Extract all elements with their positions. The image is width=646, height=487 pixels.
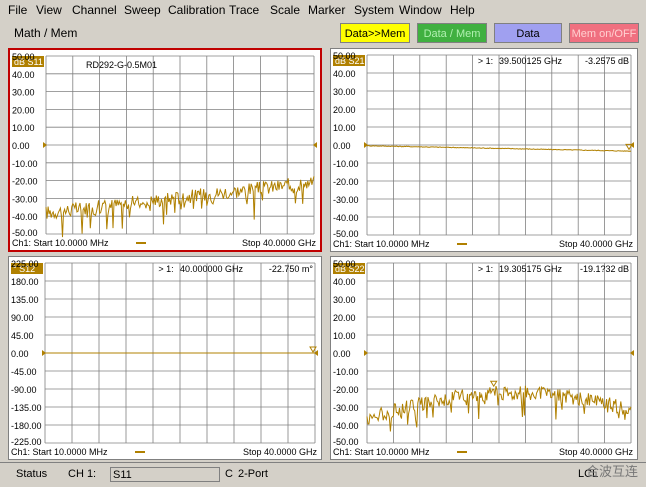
trace-annotation: RD292-G-0.5M01 [86, 60, 157, 70]
data-div-mem-button[interactable]: Data / Mem [417, 23, 487, 43]
status-port: 2-Port [238, 468, 268, 480]
panel-s22[interactable]: dB S22 50.00 40.00 30.00 20.00 10.00 0.00 -10.0… [330, 256, 638, 460]
panel-s21[interactable]: dB S21 50.00 40.00 30.00 20.00 10.00 0.00 -10.0… [330, 48, 638, 252]
y-tick-label: 40.00 [333, 69, 356, 79]
menu-file[interactable]: File [8, 3, 27, 17]
y-tick-label: 20.00 [12, 105, 35, 115]
menu-scale[interactable]: Scale [270, 3, 300, 17]
menu-system[interactable]: System [354, 3, 394, 17]
y-tick-label: 30.00 [333, 295, 356, 305]
panel-s12[interactable]: ° S12 225.00 180.00 135.00 90.00 45.00 0.00 -45… [8, 256, 322, 460]
y-tick-label: -10.00 [333, 159, 359, 169]
reference-arrow-icon [43, 142, 47, 148]
plot-svg: dB S1150.0040.0030.0020.0010.000.00-10.0… [12, 52, 317, 248]
y-tick-label: -40.00 [333, 421, 359, 431]
y-tick-label: -30.00 [12, 194, 38, 204]
mem-on-off-button[interactable]: Mem on/OFF [569, 23, 639, 43]
menu-trace[interactable]: Trace [229, 3, 259, 17]
y-tick-label: 50.00 [333, 51, 356, 61]
marker-value: -19.1?32 dB [580, 264, 629, 274]
y-tick-label: 10.00 [333, 331, 356, 341]
plot-svg: ° S12225.00180.00135.0090.0045.000.00-45… [11, 259, 318, 457]
marker-label: > 1: [478, 264, 493, 274]
y-tick-label: 0.00 [333, 349, 351, 359]
y-tick-label: 20.00 [333, 313, 356, 323]
status-c: C [225, 468, 233, 480]
y-tick-label: -40.00 [333, 213, 359, 223]
math-mem-toolbar: Math / Mem Data>>Mem Data / Mem Data Mem… [0, 20, 646, 46]
y-tick-label: 30.00 [12, 88, 35, 98]
data-to-mem-button[interactable]: Data>>Mem [340, 23, 410, 43]
status-param-field[interactable]: S11 [110, 467, 220, 482]
panel-s11[interactable]: dB S11 50.00 40.00 30.00 20.00 10.00 0.00 -10.0… [8, 48, 322, 252]
y-tick-label: 10.00 [12, 123, 35, 133]
sweep-start-label: Ch1: Start 10.0000 MHz [333, 447, 430, 457]
marker-frequency: 40.000000 GHz [180, 264, 244, 274]
y-tick-label: 30.00 [333, 87, 356, 97]
menu-channel[interactable]: Channel [72, 3, 117, 17]
y-tick-label: -20.00 [333, 385, 359, 395]
y-tick-label: -10.00 [12, 159, 38, 169]
marker-label: > 1: [158, 264, 173, 274]
y-tick-label: 40.00 [333, 277, 356, 287]
menu-window[interactable]: Window [399, 3, 442, 17]
marker-value: -22.750 m° [269, 264, 314, 274]
y-tick-label: -50.00 [333, 437, 359, 447]
y-tick-label: 45.00 [11, 331, 34, 341]
y-tick-label: 40.00 [12, 70, 35, 80]
y-tick-label: -20.00 [12, 177, 38, 187]
menu-sweep[interactable]: Sweep [124, 3, 161, 17]
y-tick-label: -30.00 [333, 195, 359, 205]
y-tick-label: 0.00 [11, 349, 29, 359]
marker-value: -3.2575 dB [585, 56, 629, 66]
y-tick-label: -50.00 [333, 229, 359, 239]
plot-svg: dB S2250.0040.0030.0020.0010.000.00-10.0… [333, 259, 634, 457]
status-channel: CH 1: [68, 468, 97, 480]
y-tick-label: -50.00 [12, 228, 38, 238]
y-tick-label: -10.00 [333, 367, 359, 377]
menu-marker[interactable]: Marker [308, 3, 345, 17]
watermark-text: 合波互连 [585, 464, 638, 479]
y-tick-label: 90.00 [11, 313, 34, 323]
y-tick-label: 225.00 [11, 259, 39, 269]
sweep-stop-label: Stop 40.0000 GHz [559, 239, 634, 249]
marker-frequency: 19.305175 GHz [499, 264, 563, 274]
status-label: Status [16, 468, 48, 480]
y-tick-label: -180.00 [11, 421, 42, 431]
menu-bar: File View Channel Sweep Calibration Trac… [0, 0, 646, 20]
trace-window-area: dB S11 50.00 40.00 30.00 20.00 10.00 0.00 -10.0… [0, 46, 646, 462]
y-tick-label: -90.00 [11, 385, 37, 395]
menu-help[interactable]: Help [450, 3, 475, 17]
y-tick-label: 50.00 [12, 52, 35, 62]
y-tick-label: 10.00 [333, 123, 356, 133]
y-tick-label: -135.00 [11, 403, 42, 413]
data-button[interactable]: Data [494, 23, 562, 43]
menu-calibration[interactable]: Calibration [168, 3, 225, 17]
plot-svg: dB S2150.0040.0030.0020.0010.000.00-10.0… [333, 51, 634, 249]
y-tick-label: 20.00 [333, 105, 356, 115]
menu-view[interactable]: View [36, 3, 62, 17]
y-tick-label: 135.00 [11, 295, 39, 305]
sweep-start-label: Ch1: Start 10.0000 MHz [12, 238, 109, 248]
y-tick-label: -45.00 [11, 367, 37, 377]
y-tick-label: -225.00 [11, 437, 42, 447]
sweep-stop-label: Stop 40.0000 GHz [243, 447, 318, 457]
sweep-start-label: Ch1: Start 10.0000 MHz [333, 239, 430, 249]
marker-frequency: 39.500125 GHz [499, 56, 563, 66]
y-tick-label: 0.00 [333, 141, 351, 151]
y-tick-label: 180.00 [11, 277, 39, 287]
y-tick-label: -30.00 [333, 403, 359, 413]
toolbar-label: Math / Mem [14, 26, 78, 40]
y-tick-label: 0.00 [12, 141, 30, 151]
y-tick-label: -20.00 [333, 177, 359, 187]
marker-triangle-icon[interactable] [489, 380, 498, 388]
sweep-stop-label: Stop 40.0000 GHz [242, 238, 317, 248]
marker-label: > 1: [478, 56, 493, 66]
sweep-stop-label: Stop 40.0000 GHz [559, 447, 634, 457]
sweep-start-label: Ch1: Start 10.0000 MHz [11, 447, 108, 457]
status-bar: Status CH 1: S11 C 2-Port LCL 合波互连 [0, 462, 646, 487]
y-tick-label: -40.00 [12, 212, 38, 222]
reference-arrow-icon [630, 350, 634, 356]
y-tick-label: 50.00 [333, 259, 356, 269]
